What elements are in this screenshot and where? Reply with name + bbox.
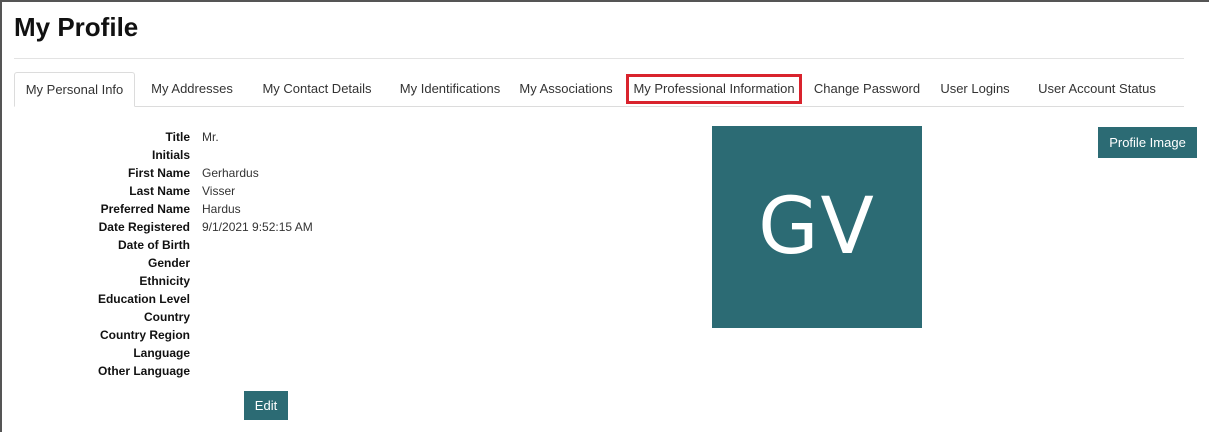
tab-change-password[interactable]: Change Password xyxy=(812,72,922,106)
field-value: Visser xyxy=(202,184,236,198)
field-label: Last Name xyxy=(129,184,190,198)
field-label: Title xyxy=(165,130,190,144)
tab-my-contact-details[interactable]: My Contact Details xyxy=(252,72,382,106)
tab-user-logins[interactable]: User Logins xyxy=(934,72,1016,106)
field-label: Preferred Name xyxy=(100,202,190,216)
field-label: Date Registered xyxy=(98,220,190,234)
field-label: Gender xyxy=(147,256,190,270)
field-label: Date of Birth xyxy=(118,238,190,252)
field-label: Language xyxy=(133,346,190,360)
avatar: GV xyxy=(712,126,922,328)
field-value: Gerhardus xyxy=(202,166,259,180)
title-divider xyxy=(14,58,1184,59)
field-label: Other Language xyxy=(97,364,190,378)
field-label: First Name xyxy=(127,166,190,180)
field-label: Education Level xyxy=(97,292,190,306)
page-title: My Profile xyxy=(14,12,139,42)
field-label: Country xyxy=(144,310,190,324)
field-label: Country Region xyxy=(100,328,190,342)
tab-my-addresses[interactable]: My Addresses xyxy=(142,72,242,106)
avatar-initials: GV xyxy=(758,182,876,272)
tab-user-account-status[interactable]: User Account Status xyxy=(1032,72,1162,106)
tab-my-professional-information[interactable]: My Professional Information xyxy=(626,74,802,104)
tab-my-associations[interactable]: My Associations xyxy=(514,72,618,106)
edit-button[interactable]: Edit xyxy=(244,391,288,420)
field-label: Initials xyxy=(151,148,190,162)
tab-my-personal-info[interactable]: My Personal Info xyxy=(14,72,135,107)
tab-my-identifications[interactable]: My Identifications xyxy=(386,72,514,106)
field-value: 9/1/2021 9:52:15 AM xyxy=(202,220,313,234)
profile-image-button[interactable]: Profile Image xyxy=(1098,127,1197,158)
field-label: Ethnicity xyxy=(139,274,190,288)
field-value: Hardus xyxy=(202,202,241,216)
profile-tabs: My Personal Info My Addresses My Contact… xyxy=(14,72,1184,107)
field-value: Mr. xyxy=(202,130,219,144)
